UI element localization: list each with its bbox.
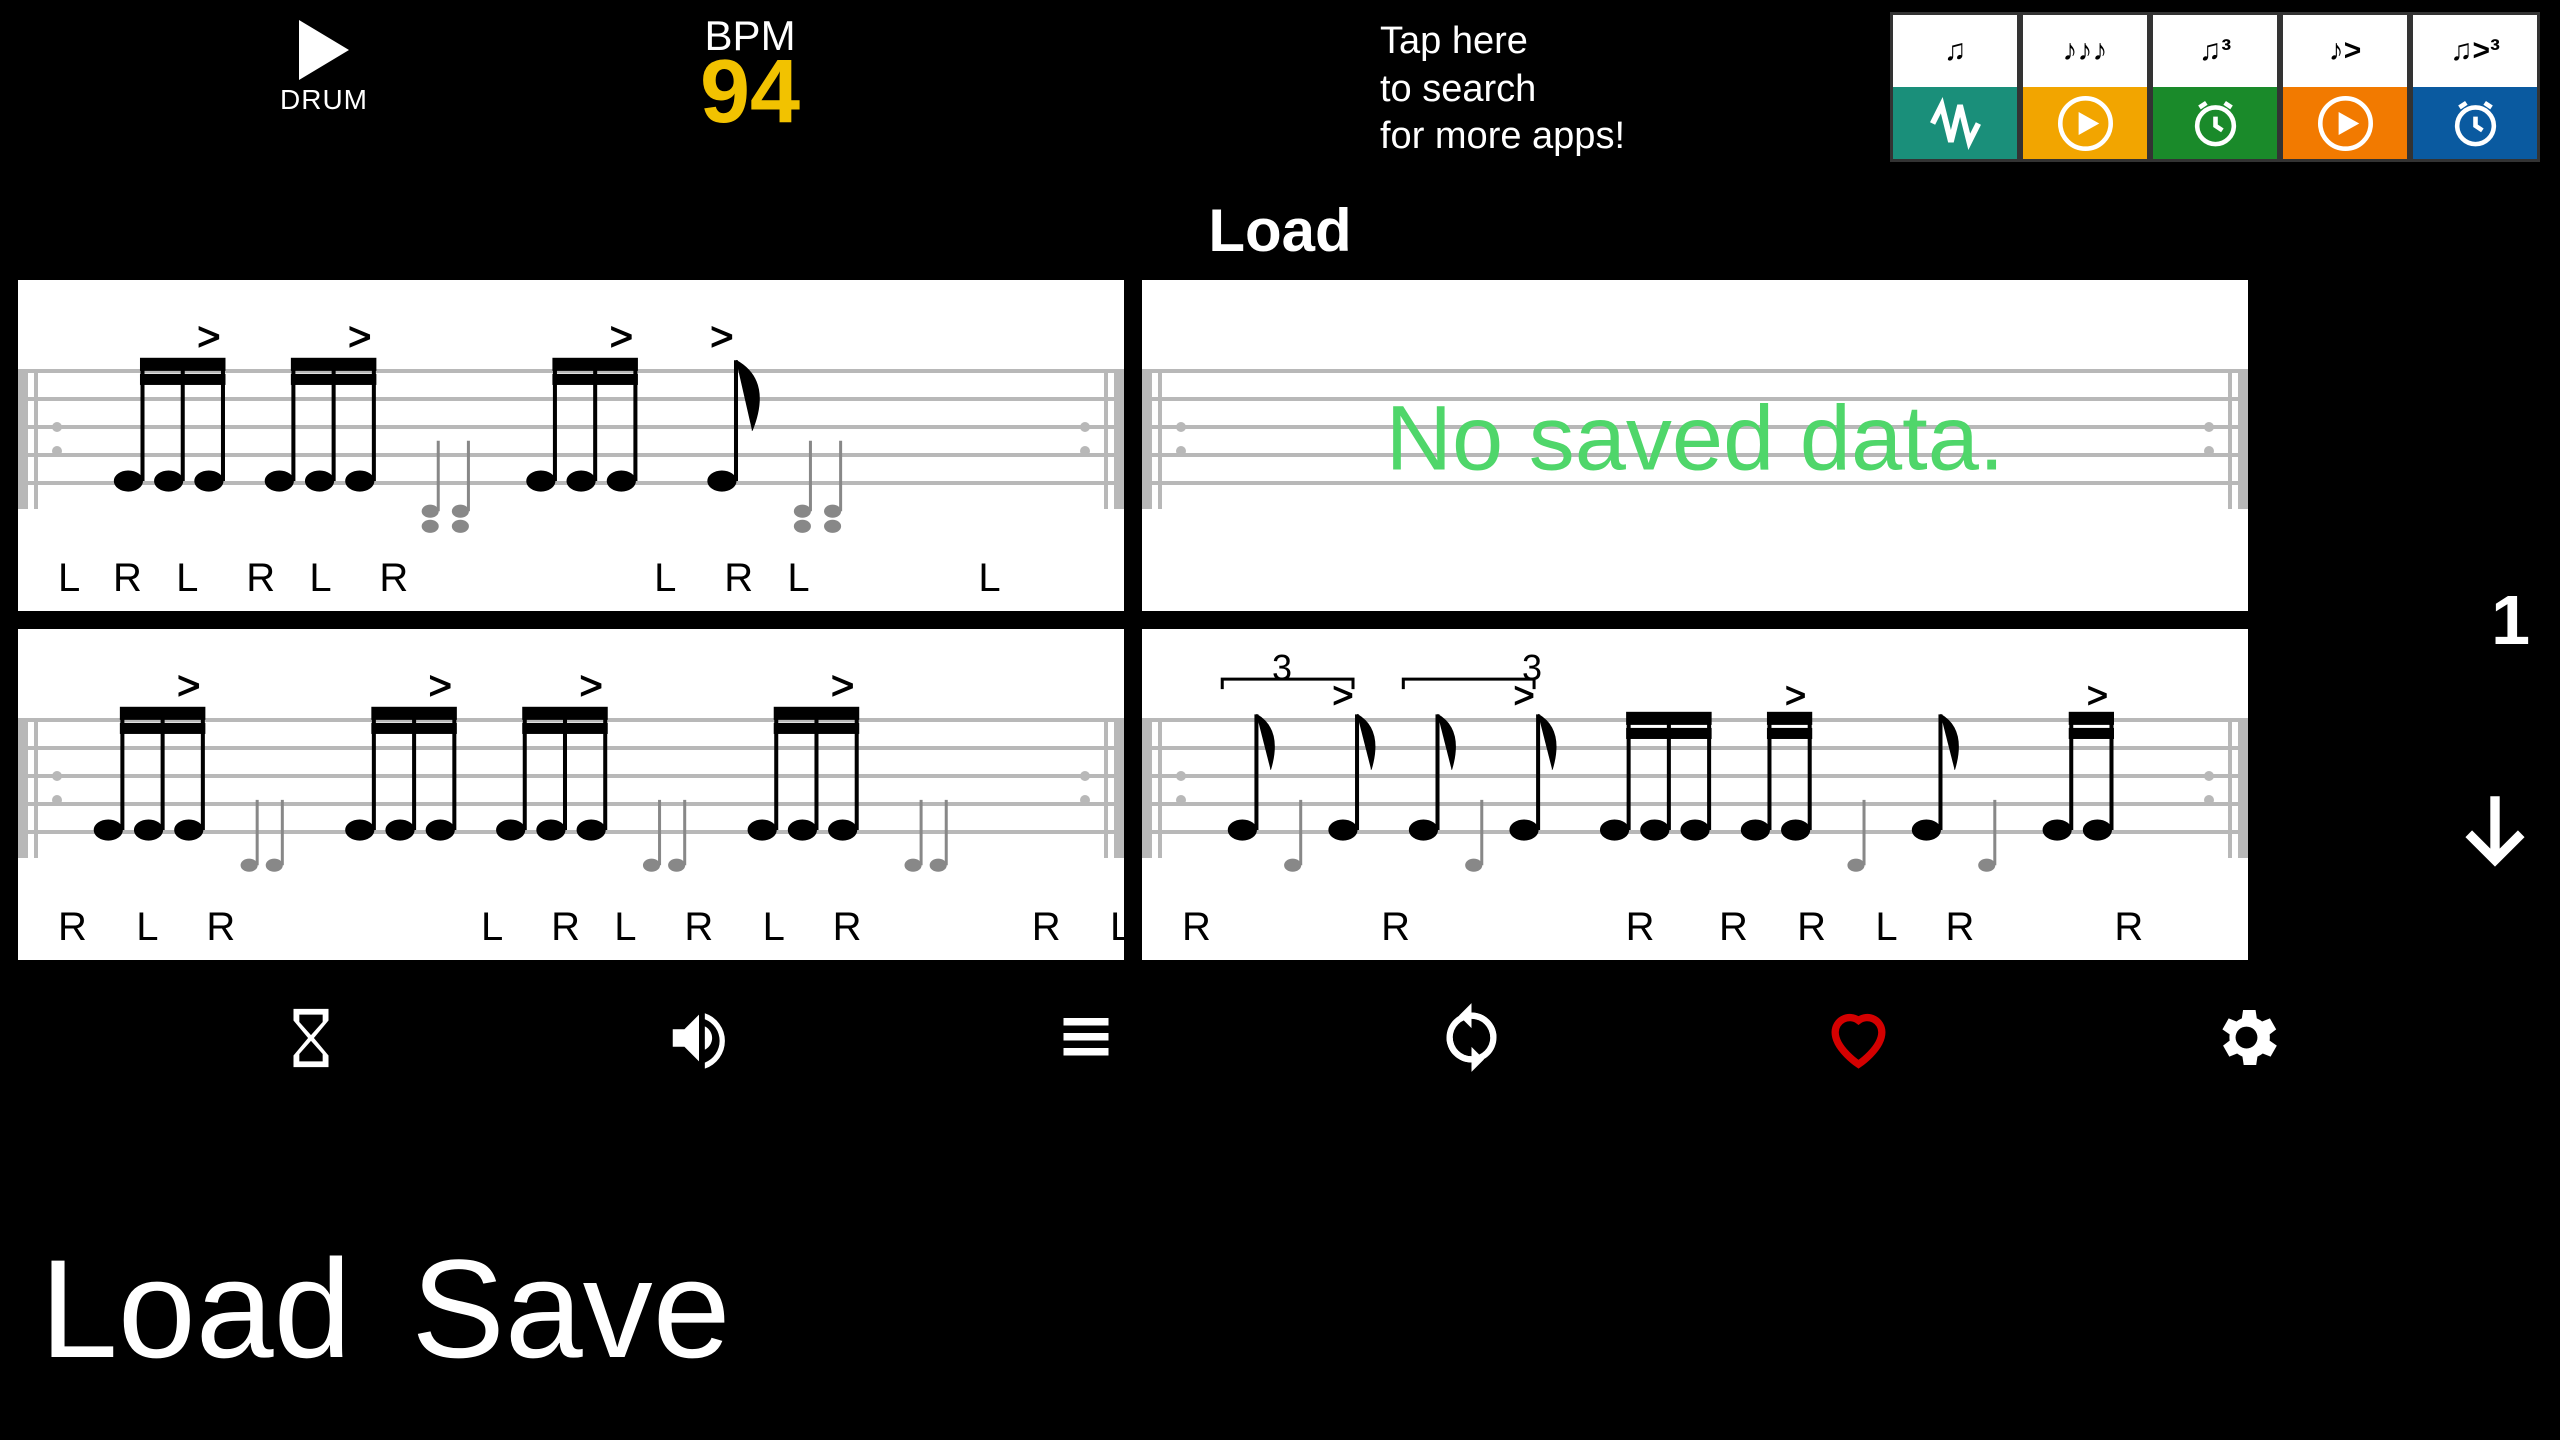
app-icon-5[interactable]: ♫>³ — [2410, 12, 2540, 162]
pattern-grid: > > — [18, 280, 2248, 960]
play-label: DRUM — [280, 84, 368, 116]
related-apps: ♫ ♪♪♪ ♫³ ♪> — [1890, 12, 2540, 162]
loop-button[interactable] — [1434, 1000, 1509, 1080]
play-icon — [299, 20, 349, 80]
svg-text:>: > — [429, 663, 453, 708]
sticking-3: R L R L R L R L R R L R — [58, 905, 1084, 950]
page-number: 1 — [2491, 580, 2530, 660]
app-icon-notes: ♫³ — [2153, 15, 2277, 87]
svg-text:>: > — [610, 314, 633, 359]
list-button[interactable] — [1051, 1008, 1121, 1073]
arrow-down-icon — [2450, 780, 2540, 880]
svg-text:>: > — [348, 314, 372, 359]
app-icon-notes: ♫>³ — [2413, 15, 2537, 87]
refresh-icon — [1434, 1000, 1509, 1075]
load-button[interactable]: Load — [40, 1228, 351, 1390]
toolbar — [0, 990, 2560, 1090]
play-button[interactable]: DRUM — [280, 20, 368, 116]
pattern-cell-4[interactable]: 3 3 > > — [1142, 629, 2248, 960]
pattern-cell-3[interactable]: > > > > — [18, 629, 1124, 960]
hourglass-icon — [276, 1003, 346, 1073]
notation-3: > > > > — [58, 659, 1064, 921]
svg-text:>: > — [1332, 674, 1353, 715]
section-title: Load — [0, 196, 2560, 265]
no-data-label: No saved data. — [1142, 386, 2248, 491]
file-ops: Load Save — [40, 1228, 731, 1390]
list-icon — [1051, 1008, 1121, 1068]
gear-icon — [2209, 1000, 2284, 1075]
svg-text:>: > — [710, 314, 733, 359]
svg-text:>: > — [1513, 674, 1534, 715]
svg-text:>: > — [177, 663, 201, 708]
sticking-4: R R R R R L R R R L — [1182, 905, 2208, 950]
search-line1: Tap here — [1380, 18, 1625, 66]
favorite-button[interactable] — [1821, 1003, 1896, 1078]
pattern-cell-1[interactable]: > > — [18, 280, 1124, 611]
app-icon-play — [2283, 87, 2407, 159]
notation-4: > > > — [1182, 659, 2188, 921]
bpm-display[interactable]: BPM 94 — [700, 12, 800, 133]
app-icon-play — [2023, 87, 2147, 159]
settings-button[interactable] — [2209, 1000, 2284, 1080]
app-icon-clock — [2413, 87, 2537, 159]
svg-text:>: > — [579, 663, 603, 708]
app-icon-1[interactable]: ♫ — [1890, 12, 2020, 162]
sticking-1: L R L R L R L R L L — [58, 556, 1084, 601]
app-icon-2[interactable]: ♪♪♪ — [2020, 12, 2150, 162]
app-icon-4[interactable]: ♪> — [2280, 12, 2410, 162]
bpm-value: 94 — [700, 52, 800, 133]
timer-button[interactable] — [276, 1003, 346, 1078]
heart-icon — [1821, 1003, 1896, 1073]
pattern-cell-2[interactable]: No saved data. — [1142, 280, 2248, 611]
volume-button[interactable] — [659, 1003, 739, 1078]
save-button[interactable]: Save — [411, 1228, 730, 1390]
app-icon-3[interactable]: ♫³ — [2150, 12, 2280, 162]
svg-text:>: > — [1785, 674, 1806, 715]
search-apps-link[interactable]: Tap here to search for more apps! — [1380, 18, 1625, 161]
volume-icon — [659, 1003, 739, 1073]
app-icon-notes: ♫ — [1893, 15, 2017, 87]
svg-text:>: > — [2087, 674, 2108, 715]
svg-text:>: > — [831, 663, 855, 708]
search-line3: for more apps! — [1380, 113, 1625, 161]
app-icon-notes: ♪> — [2283, 15, 2407, 87]
app-icon-clock — [2153, 87, 2277, 159]
notation-1: > > — [58, 310, 1064, 572]
search-line2: to search — [1380, 66, 1625, 114]
app-icon-wave — [1893, 87, 2017, 159]
svg-text:>: > — [197, 314, 221, 359]
app-icon-notes: ♪♪♪ — [2023, 15, 2147, 87]
page-down-button[interactable] — [2450, 780, 2540, 885]
